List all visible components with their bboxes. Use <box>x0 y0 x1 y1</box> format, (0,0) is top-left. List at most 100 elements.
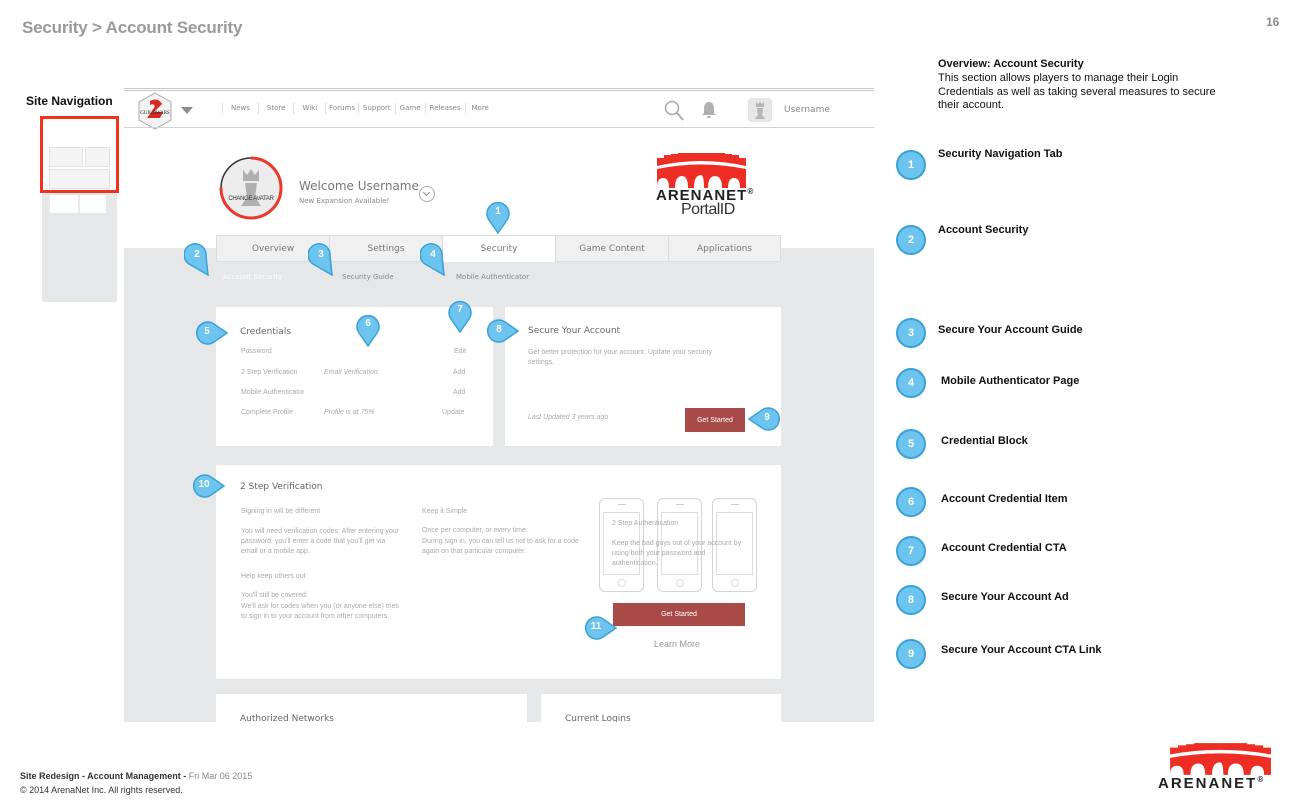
registered-mark: ® <box>747 187 755 196</box>
note-number-badge: 2 <box>896 225 926 255</box>
subnav-security-guide[interactable]: Security Guide <box>342 273 394 281</box>
current-logins-title: Current Logins <box>565 714 631 722</box>
secure-account-get-started-button[interactable]: Get Started <box>685 408 745 432</box>
slide-title: Security > Account Security <box>22 18 243 37</box>
welcome-heading: Welcome Username <box>299 179 419 193</box>
note-label: Secure Your Account Guide <box>938 324 1083 336</box>
registered-mark: ® <box>1257 775 1266 784</box>
footer-copyright: © 2014 ArenaNet Inc. All rights reserved… <box>20 785 183 795</box>
two-step-get-started-button[interactable]: Get Started <box>613 603 745 626</box>
two-step-text: During sign in, you can tell us not to a… <box>422 538 579 555</box>
change-avatar-label[interactable]: CHANGE AVATAR <box>221 196 281 202</box>
two-step-text: We'll ask for codes when you (or anyone … <box>241 603 400 620</box>
phone-text: Keep the bad guys out of your account by… <box>612 540 742 567</box>
learn-more-link[interactable]: Learn More <box>654 639 700 649</box>
note-label: Secure Your Account CTA Link <box>941 644 1102 656</box>
arenanet-footer-logo-mark <box>1170 743 1271 775</box>
header-bottom-rule <box>124 127 874 128</box>
annotation-marker-number: 9 <box>764 412 770 423</box>
two-step-text: Once per computer, or every time: <box>422 527 528 534</box>
two-step-heading: Signing in will be different <box>241 508 321 515</box>
header-username[interactable]: Username <box>784 105 830 115</box>
annotation-marker-number: 7 <box>457 304 463 315</box>
two-step-heading: Keep it Simple <box>422 508 468 515</box>
credential-label: Mobile Authenticator <box>241 389 305 396</box>
note-number-badge: 6 <box>896 487 926 517</box>
top-navigation: News Store Wiki Forums Support Game Rele… <box>222 103 495 114</box>
thumb-block <box>50 195 78 213</box>
note-label: Security Navigation Tab <box>938 148 1063 160</box>
credential-label: Complete Profile <box>241 409 293 416</box>
nav-link-more[interactable]: More <box>464 103 495 114</box>
note-label: Account Credential CTA <box>941 542 1067 554</box>
credential-value: Profile is at 75% <box>324 409 375 416</box>
annotation-marker-number: 8 <box>496 324 502 335</box>
subnav-mobile-authenticator[interactable]: Mobile Authenticator <box>456 273 529 281</box>
secure-account-card: Secure Your Account Get better protectio… <box>505 307 781 446</box>
two-step-text: You will need verification codes: After … <box>241 528 400 555</box>
two-step-verification-card: 2 Step Verification Signing in will be d… <box>216 465 781 679</box>
profile-avatar[interactable] <box>219 156 283 220</box>
phone-title: 2 Step Authentication <box>612 520 679 527</box>
nav-link-wiki[interactable]: Wiki <box>293 103 325 114</box>
account-tabs: Overview Settings Security Game Content … <box>216 235 781 262</box>
footer-project: Site Redesign - Account Management - <box>20 771 189 781</box>
credential-value: Email Verification <box>324 369 378 376</box>
last-updated-text: Last Updated 3 years ago <box>528 414 609 421</box>
credential-action-edit[interactable]: Edit <box>454 348 466 355</box>
nav-link-forums[interactable]: Forums <box>325 103 358 114</box>
user-avatar[interactable] <box>748 98 772 122</box>
header-top-rule <box>124 88 874 91</box>
note-label: Account Security <box>938 224 1029 236</box>
tab-game-content[interactable]: Game Content <box>555 235 668 262</box>
note-number-badge: 4 <box>896 368 926 398</box>
note-number-badge: 3 <box>896 318 926 348</box>
overview-body: This section allows players to manage th… <box>938 72 1216 111</box>
two-step-title: 2 Step Verification <box>240 482 323 492</box>
current-logins-card: Current Logins <box>541 694 781 722</box>
thumb-block <box>49 147 83 167</box>
nav-link-game[interactable]: Game <box>394 103 425 114</box>
note-label: Secure Your Account Ad <box>941 591 1069 603</box>
account-portal-mockup: GUILDWARS News Store Wiki Forums Support… <box>124 88 874 722</box>
thumb-block <box>80 195 106 213</box>
tab-applications[interactable]: Applications <box>668 235 781 262</box>
site-navigation-label: Site Navigation <box>26 94 113 108</box>
nav-link-store[interactable]: Store <box>257 103 294 114</box>
credential-action-update[interactable]: Update <box>442 409 465 416</box>
footer-project-line: Site Redesign - Account Management - Fri… <box>20 771 252 781</box>
arenanet-logo-mark <box>657 153 746 188</box>
nav-link-news[interactable]: News <box>222 103 258 114</box>
svg-text:GUILDWARS: GUILDWARS <box>140 111 170 116</box>
search-icon[interactable] <box>664 100 684 122</box>
subnav-account-security[interactable]: Account Security <box>223 273 282 281</box>
two-step-text: You'll still be covered: <box>241 592 308 599</box>
footer-date: Fri Mar 06 2015 <box>188 771 253 781</box>
note-number-badge: 7 <box>896 536 926 566</box>
welcome-subtitle: New Expansion Available! <box>299 197 390 205</box>
annotation-marker-number: 6 <box>365 318 371 329</box>
annotation-marker-number: 5 <box>204 326 210 337</box>
credential-label: Password <box>241 348 272 355</box>
site-navigation-viewport-highlight <box>40 116 119 193</box>
note-number-badge: 5 <box>896 429 926 459</box>
nav-link-releases[interactable]: Releases <box>424 103 465 114</box>
note-label: Mobile Authenticator Page <box>941 375 1080 387</box>
thumb-block <box>85 147 110 167</box>
annotation-marker-number: 2 <box>194 249 200 260</box>
tab-security[interactable]: Security <box>442 235 555 262</box>
note-number-badge: 1 <box>896 150 926 180</box>
arenanet-footer-wordmark-text: ARENANET <box>1158 775 1258 792</box>
nav-link-support[interactable]: Support <box>358 103 395 114</box>
guild-wars-logo[interactable]: GUILDWARS <box>136 92 174 130</box>
credential-action-add[interactable]: Add <box>453 369 465 376</box>
notification-bell-icon[interactable] <box>701 100 717 120</box>
annotation-marker-number: 3 <box>318 249 324 260</box>
annotation-marker-number: 11 <box>590 621 602 632</box>
game-selector-caret-icon[interactable] <box>181 107 193 114</box>
portal-id-label: PortalID <box>681 201 735 218</box>
note-label: Credential Block <box>941 435 1028 447</box>
annotation-marker-number: 4 <box>430 249 436 260</box>
profile-dropdown-chevron-icon[interactable] <box>419 186 435 202</box>
credential-action-add[interactable]: Add <box>453 389 465 396</box>
